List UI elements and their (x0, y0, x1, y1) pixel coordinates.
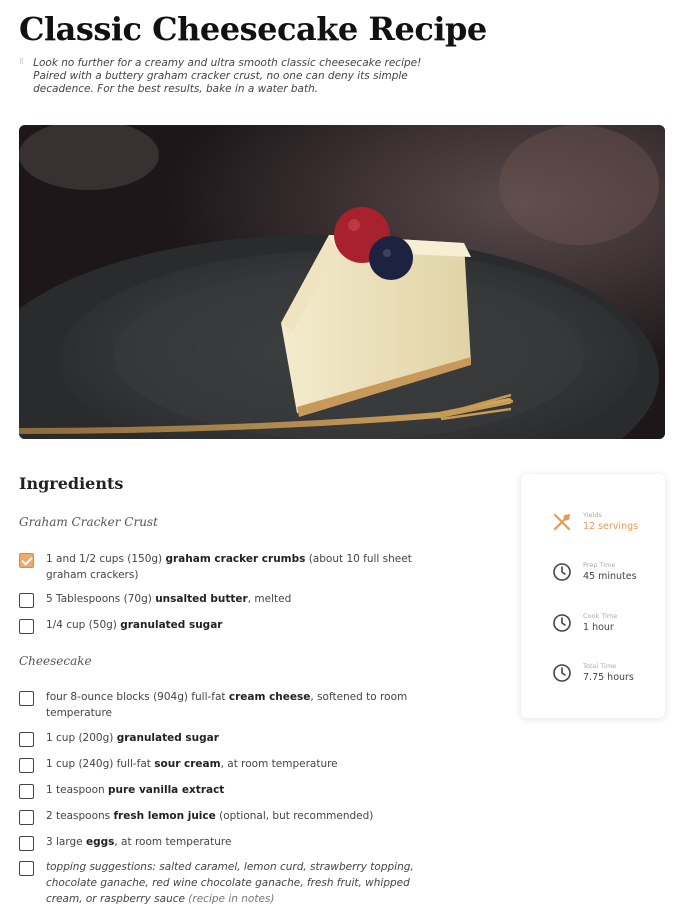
yields-value: 12 servings (583, 521, 639, 532)
ingredient-text: 1 teaspoon pure vanilla extract (46, 784, 225, 796)
yields-label: Yields (583, 511, 602, 519)
cook-time-row: Cook Time 1 hour (551, 612, 617, 634)
page-title: Classic Cheesecake Recipe (19, 10, 487, 48)
ingredient-checkbox[interactable] (19, 758, 34, 773)
ingredient-item: topping suggestions: salted caramel, lem… (19, 859, 419, 907)
ingredient-item: 1 teaspoon pure vanilla extract (19, 782, 419, 799)
ingredient-checkbox[interactable] (19, 619, 34, 634)
group-title-crust: Graham Cracker Crust (19, 515, 158, 529)
total-time-value: 7.75 hours (583, 672, 634, 683)
ingredient-checkbox[interactable] (19, 784, 34, 799)
ingredient-checkbox[interactable] (19, 810, 34, 825)
ingredient-text: 1 and 1/2 cups (150g) graham cracker cru… (46, 553, 412, 581)
ingredient-text: 5 Tablespoons (70g) unsalted butter, mel… (46, 593, 292, 605)
ingredient-text: 3 large eggs, at room temperature (46, 836, 232, 848)
cook-time-value: 1 hour (583, 622, 614, 633)
ingredient-text: topping suggestions: salted caramel, lem… (46, 861, 414, 905)
ingredient-item: 2 teaspoons fresh lemon juice (optional,… (19, 808, 419, 825)
prep-time-label: Prep Time (583, 561, 616, 569)
ingredient-item: 1/4 cup (50g) granulated sugar (19, 617, 419, 634)
hero-image (19, 125, 665, 439)
prep-time-row: Prep Time 45 minutes (551, 561, 637, 583)
prep-time-value: 45 minutes (583, 571, 637, 582)
ingredient-text: four 8-ounce blocks (904g) full-fat crea… (46, 691, 408, 719)
ingredient-checkbox[interactable] (19, 691, 34, 706)
ingredient-item: 1 and 1/2 cups (150g) graham cracker cru… (19, 551, 419, 583)
clock-icon (551, 612, 573, 634)
ingredient-checkbox[interactable] (19, 593, 34, 608)
cook-time-label: Cook Time (583, 612, 618, 620)
yields-row: Yields 12 servings (551, 511, 638, 533)
total-time-label: Total Time (583, 662, 617, 670)
drag-handle-icon[interactable]: ⠿ (19, 57, 25, 97)
ingredient-item: four 8-ounce blocks (904g) full-fat crea… (19, 689, 419, 721)
ingredient-item: 5 Tablespoons (70g) unsalted butter, mel… (19, 591, 419, 608)
clock-icon (551, 561, 573, 583)
ingredient-checkbox[interactable] (19, 732, 34, 747)
ingredient-checkbox[interactable] (19, 861, 34, 876)
ingredient-text: 1/4 cup (50g) granulated sugar (46, 619, 223, 631)
ingredient-item: 3 large eggs, at room temperature (19, 834, 419, 851)
clock-icon (551, 662, 573, 684)
ingredient-text: 1 cup (240g) full-fat sour cream, at roo… (46, 758, 338, 770)
group-title-cheesecake: Cheesecake (19, 654, 92, 668)
recipe-intro: ⠿ Look no further for a creamy and ultra… (19, 57, 449, 97)
ingredient-checkbox[interactable] (19, 836, 34, 851)
ingredient-checkbox[interactable] (19, 553, 34, 568)
total-time-row: Total Time 7.75 hours (551, 662, 634, 684)
recipe-info-card: Yields 12 servings Prep Time 45 minutes … (521, 474, 665, 718)
ingredient-item: 1 cup (240g) full-fat sour cream, at roo… (19, 756, 419, 773)
ingredient-item: 1 cup (200g) granulated sugar (19, 730, 419, 747)
utensils-icon (551, 511, 573, 533)
ingredient-text: 2 teaspoons fresh lemon juice (optional,… (46, 810, 374, 822)
ingredients-heading: Ingredients (19, 474, 124, 493)
intro-text: Look no further for a creamy and ultra s… (33, 57, 422, 96)
ingredient-text: 1 cup (200g) granulated sugar (46, 732, 219, 744)
